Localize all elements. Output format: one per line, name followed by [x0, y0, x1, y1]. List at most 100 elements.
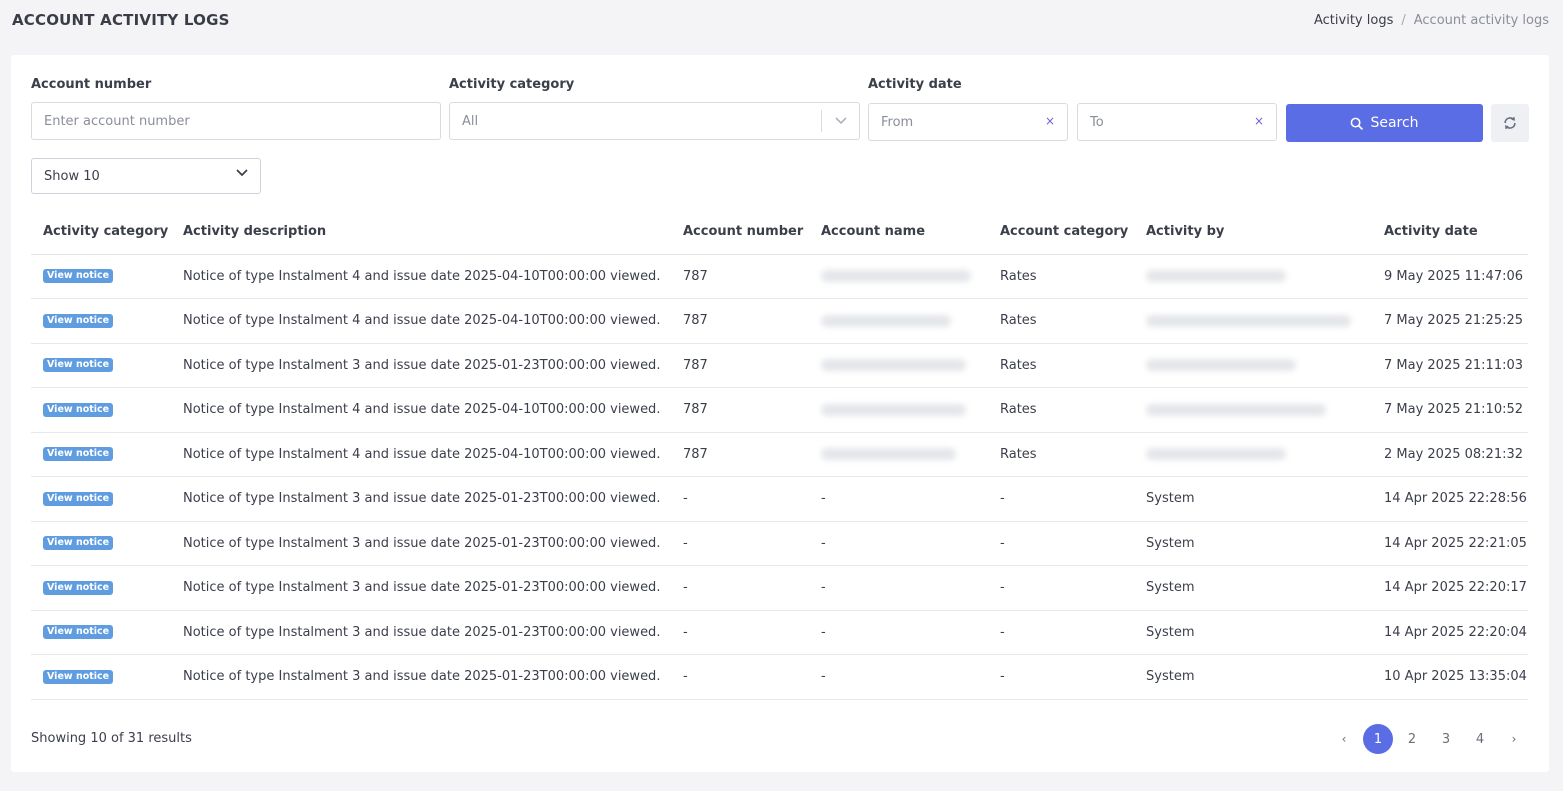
redacted-text — [821, 270, 971, 283]
view-notice-badge: View notice — [43, 447, 114, 462]
date-to-clear-icon[interactable]: × — [1254, 114, 1264, 128]
page-button-1[interactable]: 1 — [1363, 724, 1393, 754]
table-row[interactable]: View notice Notice of type Instalment 4 a… — [31, 432, 1528, 477]
activity-category-cell: View notice — [31, 654, 171, 700]
activity-category-cell: View notice — [31, 565, 171, 611]
table-row[interactable]: View notice Notice of type Instalment 3 a… — [31, 610, 1528, 655]
account-number-cell: 787 — [671, 254, 809, 299]
activity-by-cell — [1134, 254, 1372, 299]
date-to-input[interactable]: To × — [1077, 103, 1277, 141]
table-row[interactable]: View notice Notice of type Instalment 3 a… — [31, 654, 1528, 700]
account-number-cell: - — [671, 476, 809, 522]
account-name-cell — [809, 343, 988, 388]
pagination: ‹ 1 2 3 4 › — [1329, 724, 1529, 754]
chevron-down-icon — [236, 169, 248, 177]
view-notice-badge: View notice — [43, 625, 114, 640]
date-from-clear-icon[interactable]: × — [1045, 114, 1055, 128]
account-name-cell — [809, 298, 988, 344]
breadcrumb-current: Account activity logs — [1413, 13, 1549, 28]
table-row[interactable]: View notice Notice of type Instalment 4 a… — [31, 254, 1528, 299]
view-notice-badge: View notice — [43, 402, 114, 417]
redacted-text — [1146, 403, 1326, 416]
account-category-cell: Rates — [988, 387, 1134, 433]
table-row[interactable]: View notice Notice of type Instalment 3 a… — [31, 521, 1528, 566]
account-category-cell: Rates — [988, 343, 1134, 388]
activity-category-cell: View notice — [31, 254, 171, 299]
activity-by-cell: System — [1134, 654, 1372, 700]
table-row[interactable]: View notice Notice of type Instalment 4 a… — [31, 298, 1528, 344]
view-notice-badge: View notice — [43, 491, 114, 506]
view-notice-badge: View notice — [43, 669, 114, 684]
activity-date-label: Activity date — [868, 77, 962, 92]
account-number-label: Account number — [31, 77, 152, 92]
activity-by-cell — [1134, 343, 1372, 388]
activity-category-cell: View notice — [31, 610, 171, 655]
account-number-cell: 787 — [671, 343, 809, 388]
account-category-cell: - — [988, 654, 1134, 700]
redacted-text — [1146, 314, 1351, 327]
page-button-3[interactable]: 3 — [1431, 724, 1461, 754]
table-row[interactable]: View notice Notice of type Instalment 4 a… — [31, 387, 1528, 433]
activity-description-cell: Notice of type Instalment 4 and issue da… — [171, 387, 671, 433]
next-page-button[interactable]: › — [1499, 724, 1529, 754]
account-number-input[interactable] — [31, 102, 441, 140]
activity-by-cell: System — [1134, 610, 1372, 655]
date-from-input[interactable]: From × — [868, 103, 1068, 141]
account-number-cell: - — [671, 521, 809, 566]
view-notice-badge: View notice — [43, 269, 114, 284]
account-category-cell: Rates — [988, 298, 1134, 344]
activity-description-cell: Notice of type Instalment 3 and issue da… — [171, 565, 671, 611]
activity-description-cell: Notice of type Instalment 3 and issue da… — [171, 610, 671, 655]
account-category-cell: - — [988, 565, 1134, 611]
activity-description-cell: Notice of type Instalment 3 and issue da… — [171, 343, 671, 388]
activity-date-cell: 9 May 2025 11:47:06 — [1372, 254, 1528, 299]
prev-page-button[interactable]: ‹ — [1329, 724, 1359, 754]
table-row[interactable]: View notice Notice of type Instalment 3 a… — [31, 476, 1528, 522]
view-notice-badge: View notice — [43, 536, 114, 551]
activity-date-cell: 14 Apr 2025 22:21:05 — [1372, 521, 1528, 566]
activity-category-select[interactable]: All — [449, 102, 860, 140]
activity-category-cell: View notice — [31, 521, 171, 566]
account-category-cell: Rates — [988, 432, 1134, 477]
page-button-4[interactable]: 4 — [1465, 724, 1495, 754]
refresh-icon — [1504, 116, 1516, 130]
activity-category-cell: View notice — [31, 432, 171, 477]
account-number-cell: - — [671, 654, 809, 700]
activity-by-cell — [1134, 298, 1372, 344]
activity-date-cell: 14 Apr 2025 22:28:56 — [1372, 476, 1528, 522]
activity-date-cell: 2 May 2025 08:21:32 — [1372, 432, 1528, 477]
activity-description-cell: Notice of type Instalment 3 and issue da… — [171, 476, 671, 522]
column-header: Account name — [809, 210, 988, 255]
account-number-cell: - — [671, 610, 809, 655]
activity-date-cell: 7 May 2025 21:10:52 — [1372, 387, 1528, 433]
account-number-cell: 787 — [671, 387, 809, 433]
account-number-cell: 787 — [671, 432, 809, 477]
activity-by-cell: System — [1134, 565, 1372, 611]
table-row[interactable]: View notice Notice of type Instalment 3 a… — [31, 565, 1528, 611]
account-name-cell: - — [809, 521, 988, 566]
date-from-placeholder: From — [881, 114, 914, 130]
activity-category-cell: View notice — [31, 476, 171, 522]
activity-category-label: Activity category — [449, 77, 575, 92]
table-body: View notice Notice of type Instalment 4 a… — [31, 254, 1528, 700]
table-header-row: Activity category Activity description A… — [31, 210, 1528, 255]
table-row[interactable]: View notice Notice of type Instalment 3 a… — [31, 343, 1528, 388]
filters-and-results-card: Account number Activity category All Act… — [11, 55, 1549, 772]
account-name-cell — [809, 387, 988, 433]
page-button-2[interactable]: 2 — [1397, 724, 1427, 754]
page-size-select[interactable]: Show 10 — [31, 158, 261, 194]
account-name-cell: - — [809, 654, 988, 700]
activity-category-value: All — [462, 113, 479, 129]
activity-description-cell: Notice of type Instalment 4 and issue da… — [171, 432, 671, 477]
view-notice-badge: View notice — [43, 358, 114, 373]
activity-description-cell: Notice of type Instalment 3 and issue da… — [171, 521, 671, 566]
redacted-text — [1146, 359, 1296, 372]
reset-filters-button[interactable] — [1491, 104, 1529, 142]
select-dropdown-indicator[interactable] — [821, 110, 859, 132]
activity-log-table: Activity category Activity description A… — [31, 210, 1528, 700]
redacted-text — [821, 314, 951, 327]
breadcrumb-activity-logs-link[interactable]: Activity logs — [1314, 13, 1393, 28]
activity-category-cell: View notice — [31, 343, 171, 388]
search-button[interactable]: Search — [1286, 104, 1483, 142]
page-title: ACCOUNT ACTIVITY LOGS — [12, 11, 230, 29]
